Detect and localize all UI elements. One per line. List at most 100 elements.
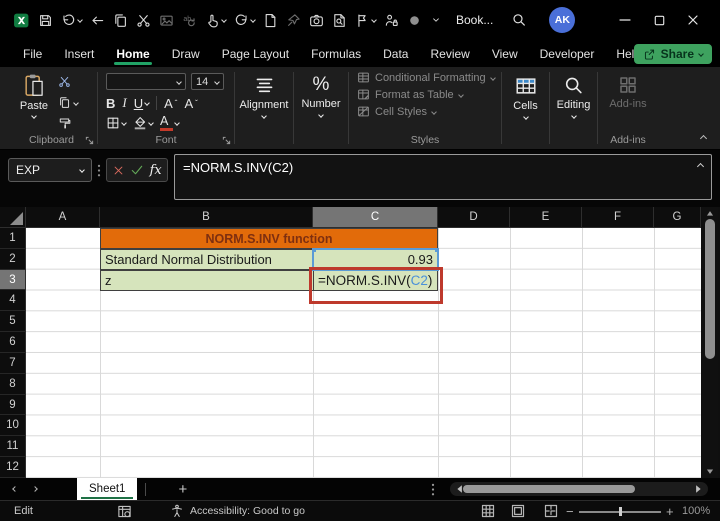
submit-flag-icon[interactable] [355, 13, 376, 28]
sheet-nav-left-icon[interactable] [12, 486, 18, 492]
cell-B3[interactable]: z [100, 270, 314, 291]
expand-formula-bar-icon[interactable] [697, 163, 704, 170]
font-name-combo[interactable] [106, 73, 186, 90]
tab-review[interactable]: Review [419, 40, 480, 67]
page-layout-view-button[interactable] [510, 503, 526, 519]
avatar[interactable]: AK [549, 7, 575, 33]
zoom-out-button[interactable]: − [566, 504, 574, 519]
close-button[interactable] [676, 3, 710, 37]
redo-icon[interactable] [234, 13, 255, 28]
minimize-button[interactable] [608, 3, 642, 37]
search-icon[interactable] [511, 12, 527, 28]
picture-icon[interactable] [159, 13, 174, 28]
shrink-font-button[interactable]: Aˇ [184, 96, 197, 111]
sheet-more-icon[interactable] [431, 482, 435, 497]
italic-button[interactable]: I [122, 95, 126, 111]
number-button[interactable]: % Number [294, 67, 348, 117]
column-header-F[interactable]: F [582, 207, 654, 228]
underline-button[interactable]: U [134, 96, 143, 111]
horizontal-scrollbar[interactable] [450, 482, 708, 496]
undo-icon[interactable] [61, 13, 82, 28]
cell-B1-title[interactable]: NORM.S.INV function [100, 228, 438, 249]
row-header-5[interactable]: 5 [0, 311, 26, 332]
addins-button[interactable]: Add-ins [598, 67, 658, 110]
page-break-view-button[interactable] [543, 503, 559, 519]
tab-formulas[interactable]: Formulas [300, 40, 372, 67]
macro-record-button[interactable] [117, 504, 132, 519]
collapse-ribbon-icon[interactable] [700, 135, 707, 142]
row-header-12[interactable]: 12 [0, 457, 26, 478]
format-painter-button[interactable] [58, 117, 78, 130]
name-box-drag-handle[interactable] [97, 163, 101, 178]
sheet-nav-right-icon[interactable] [32, 486, 38, 492]
paste-button[interactable]: Paste [16, 73, 52, 131]
add-sheet-button[interactable]: + [178, 481, 187, 498]
column-header-G[interactable]: G [654, 207, 701, 228]
row-header-8[interactable]: 8 [0, 374, 26, 395]
confirm-icon[interactable] [130, 163, 144, 177]
tab-insert[interactable]: Insert [53, 40, 105, 67]
row-header-4[interactable]: 4 [0, 290, 26, 311]
copy-icon[interactable] [113, 13, 128, 28]
bold-button[interactable]: B [106, 96, 115, 111]
tab-data[interactable]: Data [372, 40, 419, 67]
tab-home[interactable]: Home [105, 40, 160, 67]
cancel-icon[interactable] [112, 164, 125, 177]
insert-function-button[interactable]: fx [150, 163, 162, 178]
tab-draw[interactable]: Draw [161, 40, 211, 67]
grow-font-button[interactable]: Aˆ [164, 96, 177, 111]
column-header-D[interactable]: D [438, 207, 510, 228]
font-size-combo[interactable]: 14 [191, 73, 224, 90]
touch-mode-icon[interactable] [205, 13, 226, 28]
format-as-table-button[interactable]: Format as Table [357, 88, 501, 101]
clipboard-dialog-launcher-icon[interactable] [85, 136, 94, 145]
cells-button[interactable]: Cells [502, 67, 549, 119]
new-file-icon[interactable] [263, 13, 278, 28]
column-header-A[interactable]: A [26, 207, 100, 228]
zoom-in-button[interactable]: + [666, 504, 674, 519]
vertical-scrollbar-thumb[interactable] [705, 219, 715, 359]
cell-B2[interactable]: Standard Normal Distribution [100, 249, 314, 270]
row-header-10[interactable]: 10 [0, 415, 26, 436]
doc-preview-icon[interactable] [332, 13, 347, 28]
column-header-E[interactable]: E [510, 207, 582, 228]
cell-styles-button[interactable]: Cell Styles [357, 105, 501, 118]
formula-input[interactable]: =NORM.S.INV(C2) [174, 154, 712, 200]
cut-icon[interactable] [136, 13, 151, 28]
font-dialog-launcher-icon[interactable] [222, 136, 231, 145]
scroll-down-icon[interactable] [704, 466, 716, 477]
scroll-up-icon[interactable] [704, 208, 716, 219]
record-icon[interactable] [407, 13, 422, 28]
alignment-button[interactable]: Alignment [235, 67, 293, 118]
select-all-corner[interactable] [0, 207, 26, 228]
pin-icon[interactable] [286, 13, 301, 28]
row-header-2[interactable]: 2 [0, 249, 26, 270]
zoom-slider-thumb[interactable] [619, 507, 622, 516]
save-icon[interactable] [38, 13, 53, 28]
row-header-3[interactable]: 3 [0, 270, 26, 291]
accessibility-status[interactable]: Accessibility: Good to go [170, 504, 305, 518]
row-header-9[interactable]: 9 [0, 395, 26, 416]
row-header-11[interactable]: 11 [0, 436, 26, 457]
row-header-6[interactable]: 6 [0, 332, 26, 353]
vertical-scrollbar[interactable] [702, 207, 718, 478]
back-icon[interactable] [90, 13, 105, 28]
horizontal-scrollbar-thumb[interactable] [463, 485, 635, 493]
font-color-button[interactable]: A [160, 115, 179, 131]
translate-icon[interactable]: ab [182, 13, 197, 28]
copy-button[interactable] [58, 96, 78, 109]
conditional-formatting-button[interactable]: Conditional Formatting [357, 71, 501, 84]
qat-overflow-icon[interactable] [430, 14, 442, 26]
row-header-1[interactable]: 1 [0, 228, 26, 249]
fill-color-button[interactable] [133, 116, 153, 130]
tab-view[interactable]: View [481, 40, 529, 67]
share-button[interactable]: Share [634, 44, 712, 64]
row-header-7[interactable]: 7 [0, 353, 26, 374]
zoom-level[interactable]: 100% [682, 505, 710, 517]
sheet-tab-sheet1[interactable]: Sheet1 [77, 478, 137, 500]
camera-icon[interactable] [309, 13, 324, 28]
scroll-right-icon[interactable] [692, 483, 704, 495]
name-box[interactable]: EXP [8, 158, 92, 182]
normal-view-button[interactable] [480, 503, 496, 519]
borders-button[interactable] [106, 116, 126, 130]
